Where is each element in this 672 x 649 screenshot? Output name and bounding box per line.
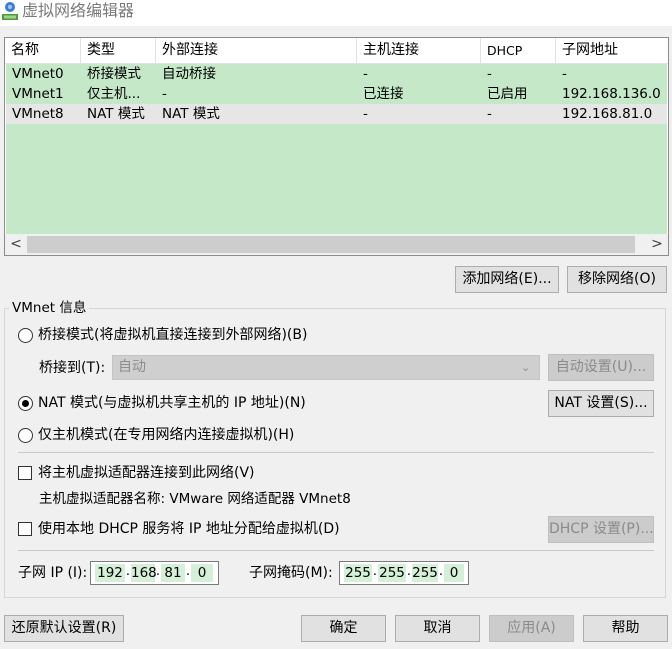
remove-network-button[interactable]: 移除网络(O) bbox=[567, 266, 667, 293]
cell-name: VMnet8 bbox=[12, 106, 64, 122]
bridge-to-value: 自动 bbox=[118, 359, 146, 375]
scroll-left-icon[interactable]: < bbox=[7, 234, 25, 255]
apply-button[interactable]: 应用(A) bbox=[489, 615, 574, 642]
network-list[interactable]: 名称 类型 外部连接 主机连接 DHCP 子网地址 VMnet0 桥接模式 自动… bbox=[4, 37, 669, 256]
network-editor-icon bbox=[2, 2, 18, 20]
host-only-mode-radio[interactable] bbox=[18, 428, 33, 443]
bridged-mode-radio[interactable] bbox=[18, 328, 33, 343]
auto-settings-button[interactable]: 自动设置(U)... bbox=[548, 354, 654, 381]
subnet-ip-octet[interactable]: 0 bbox=[191, 564, 213, 582]
list-empty-area bbox=[6, 124, 667, 234]
divider bbox=[18, 550, 654, 551]
window-title: 虚拟网络编辑器 bbox=[22, 1, 135, 20]
nat-mode-radio[interactable] bbox=[18, 396, 33, 411]
nat-settings-button[interactable]: NAT 设置(S)... bbox=[548, 390, 654, 417]
subnet-ip-octet[interactable]: 168 bbox=[131, 564, 157, 582]
use-dhcp-checkbox[interactable] bbox=[18, 522, 32, 536]
horizontal-scrollbar[interactable]: < > bbox=[5, 234, 668, 255]
nat-mode-label[interactable]: NAT 模式(与虚拟机共享主机的 IP 地址)(N) bbox=[38, 394, 306, 412]
radio-selected-dot bbox=[22, 400, 29, 407]
column-header-dhcp[interactable]: DHCP bbox=[481, 38, 556, 63]
bridged-mode-label[interactable]: 桥接模式(将虚拟机直接连接到外部网络)(B) bbox=[38, 326, 307, 344]
adapter-name-text: 主机虚拟适配器名称: VMware 网络适配器 VMnet8 bbox=[39, 491, 351, 507]
cell-external: - bbox=[162, 86, 167, 102]
vmnet-info-group bbox=[4, 308, 666, 598]
column-header-external[interactable]: 外部连接 bbox=[156, 38, 357, 63]
subnet-mask-octet[interactable]: 255 bbox=[378, 564, 406, 582]
subnet-mask-octet[interactable]: 0 bbox=[444, 564, 464, 582]
divider bbox=[18, 452, 654, 453]
chevron-down-icon: ⌄ bbox=[521, 361, 531, 374]
cell-external: NAT 模式 bbox=[162, 106, 220, 122]
host-only-mode-label[interactable]: 仅主机模式(在专用网络内连接虚拟机)(H) bbox=[38, 426, 294, 444]
cell-subnet: - bbox=[562, 66, 567, 82]
scrollbar-thumb[interactable] bbox=[27, 236, 635, 253]
column-header-host[interactable]: 主机连接 bbox=[357, 38, 481, 63]
cell-name: VMnet0 bbox=[12, 66, 64, 82]
cell-subnet: 192.168.136.0 bbox=[562, 86, 661, 102]
cell-host: 已连接 bbox=[363, 86, 404, 102]
table-row[interactable]: VMnet0 桥接模式 自动桥接 - - - bbox=[6, 64, 667, 84]
cell-subnet: 192.168.81.0 bbox=[562, 106, 653, 122]
add-network-button[interactable]: 添加网络(E)... bbox=[455, 266, 559, 293]
cell-type: NAT 模式 bbox=[87, 106, 145, 122]
subnet-ip-label: 子网 IP (I): bbox=[18, 565, 88, 581]
cell-external: 自动桥接 bbox=[162, 66, 216, 82]
cell-dhcp: - bbox=[487, 66, 492, 82]
cell-host: - bbox=[363, 66, 368, 82]
bridge-to-select[interactable]: 自动 ⌄ bbox=[112, 355, 540, 380]
table-header: 名称 类型 外部连接 主机连接 DHCP 子网地址 bbox=[5, 38, 668, 64]
scroll-right-icon[interactable]: > bbox=[648, 234, 666, 255]
table-row[interactable]: VMnet1 仅主机... - 已连接 已启用 192.168.136.0 bbox=[6, 84, 667, 104]
subnet-ip-input[interactable]: 192 . 168 . 81 . 0 bbox=[90, 561, 219, 585]
subnet-mask-label: 子网掩码(M): bbox=[249, 565, 333, 581]
cell-dhcp: 已启用 bbox=[487, 86, 528, 102]
use-dhcp-label[interactable]: 使用本地 DHCP 服务将 IP 地址分配给虚拟机(D) bbox=[38, 520, 340, 538]
cell-name: VMnet1 bbox=[12, 86, 64, 102]
bridge-to-label: 桥接到(T): bbox=[39, 360, 106, 376]
cell-type: 桥接模式 bbox=[87, 66, 141, 82]
subnet-mask-octet[interactable]: 255 bbox=[344, 564, 372, 582]
subnet-mask-input[interactable]: 255 . 255 . 255 . 0 bbox=[339, 561, 469, 585]
vmnet-info-legend: VMnet 信息 bbox=[9, 300, 90, 316]
subnet-ip-octet[interactable]: 192 bbox=[95, 564, 125, 582]
column-header-name[interactable]: 名称 bbox=[5, 38, 81, 63]
cancel-button[interactable]: 取消 bbox=[395, 615, 480, 642]
column-header-type[interactable]: 类型 bbox=[81, 38, 156, 63]
ok-button[interactable]: 确定 bbox=[301, 615, 386, 642]
connect-adapter-checkbox[interactable] bbox=[18, 466, 32, 480]
subnet-mask-octet[interactable]: 255 bbox=[412, 564, 438, 582]
table-row[interactable]: VMnet8 NAT 模式 NAT 模式 - - 192.168.81.0 bbox=[6, 104, 667, 124]
dhcp-settings-button[interactable]: DHCP 设置(P)... bbox=[548, 516, 654, 543]
cell-host: - bbox=[363, 106, 368, 122]
column-header-subnet[interactable]: 子网地址 bbox=[556, 38, 668, 63]
connect-adapter-label[interactable]: 将主机虚拟适配器连接到此网络(V) bbox=[38, 464, 255, 482]
cell-type: 仅主机... bbox=[87, 86, 141, 102]
subnet-ip-octet[interactable]: 81 bbox=[161, 564, 185, 582]
restore-defaults-button[interactable]: 还原默认设置(R) bbox=[4, 615, 124, 642]
help-button[interactable]: 帮助 bbox=[583, 615, 668, 642]
cell-dhcp: - bbox=[487, 106, 492, 122]
